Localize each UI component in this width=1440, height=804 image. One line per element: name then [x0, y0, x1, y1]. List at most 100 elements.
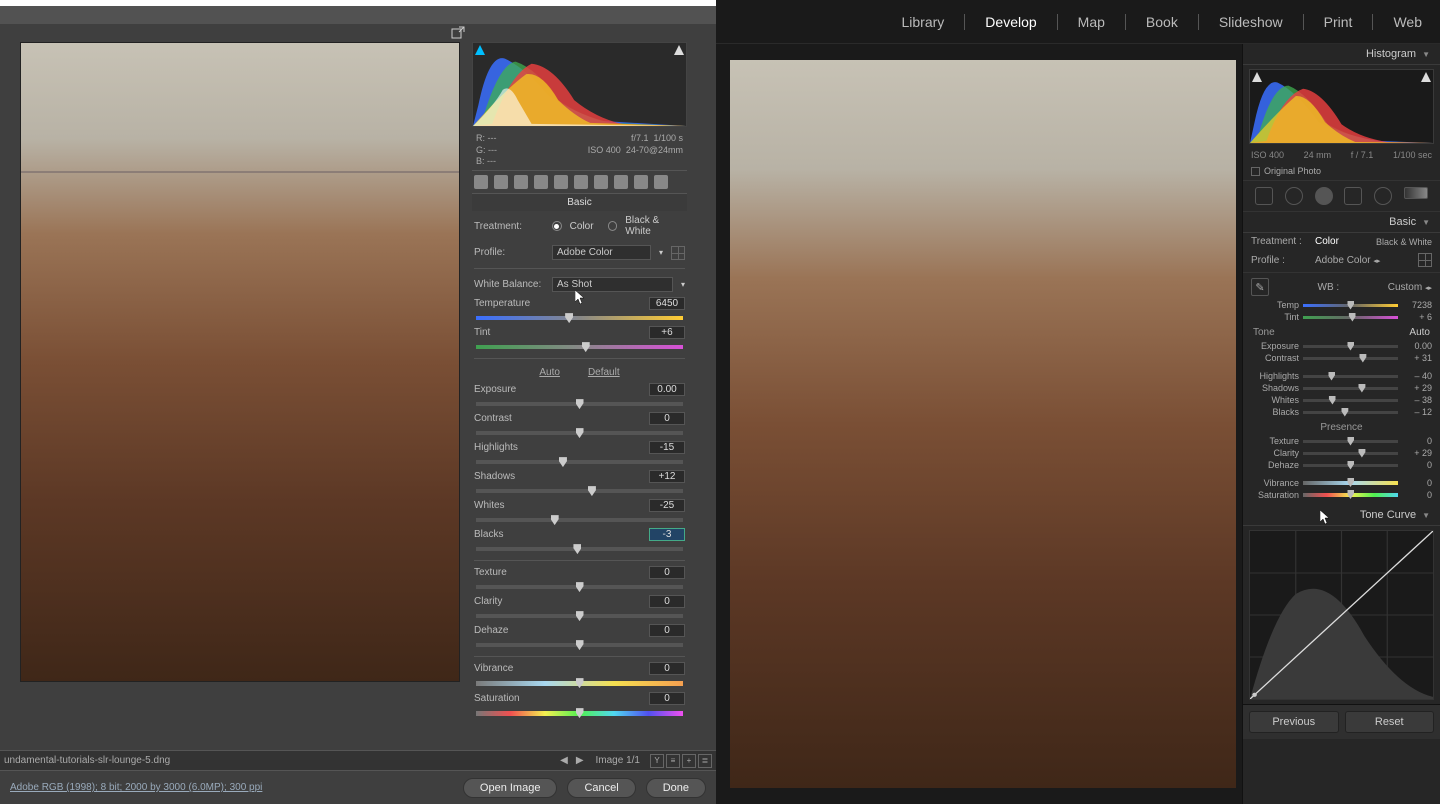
filmstrip-icon-1[interactable]: Y: [650, 754, 664, 768]
presets-tab-icon[interactable]: [634, 175, 648, 189]
calib-tab-icon[interactable]: [614, 175, 628, 189]
lr-whites-slider[interactable]: Whites – 38: [1243, 394, 1440, 406]
snapshots-tab-icon[interactable]: [654, 175, 668, 189]
prev-image-icon[interactable]: ◀: [556, 755, 572, 766]
reset-button[interactable]: Reset: [1345, 711, 1435, 733]
histogram-header[interactable]: Histogram: [1243, 44, 1440, 65]
lr-vibrance-slider[interactable]: Vibrance 0: [1243, 477, 1440, 489]
next-image-icon[interactable]: ▶: [572, 755, 588, 766]
module-tab-web[interactable]: Web: [1393, 14, 1422, 30]
acr-clarity-slider[interactable]: Clarity 0: [472, 594, 687, 623]
acr-dehaze-slider[interactable]: Dehaze 0: [472, 623, 687, 652]
wb-row: White Balance: As Shot ▾: [472, 273, 687, 296]
lr-treatment-bw[interactable]: Black & White: [1376, 237, 1432, 247]
acr-tool-row: [472, 170, 687, 194]
tone-curve-graph[interactable]: [1249, 530, 1434, 700]
lr-exposure-slider[interactable]: Exposure 0.00: [1243, 340, 1440, 352]
filmstrip-icon-2[interactable]: ≡: [666, 754, 680, 768]
module-tab-print[interactable]: Print: [1324, 14, 1353, 30]
lr-texture-slider[interactable]: Texture 0: [1243, 435, 1440, 447]
acr-panel-title: Basic: [472, 194, 687, 211]
default-button[interactable]: Default: [588, 367, 620, 378]
acr-saturation-slider[interactable]: Saturation 0: [472, 691, 687, 721]
lr-shadows-slider[interactable]: Shadows + 29: [1243, 382, 1440, 394]
done-button[interactable]: Done: [646, 778, 706, 798]
module-tab-develop[interactable]: Develop: [985, 14, 1036, 30]
treatment-row: Treatment: Color Black & White: [472, 211, 687, 241]
detail-tab-icon[interactable]: [514, 175, 528, 189]
hsl-tab-icon[interactable]: [534, 175, 548, 189]
lr-highlights-slider[interactable]: Highlights – 40: [1243, 370, 1440, 382]
tonecurve-header[interactable]: Tone Curve: [1243, 505, 1440, 526]
lr-contrast-slider[interactable]: Contrast + 31: [1243, 352, 1440, 364]
treatment-bw-radio[interactable]: [608, 221, 618, 231]
acr-blacks-slider[interactable]: Blacks -3: [472, 527, 687, 556]
lr-treatment-color[interactable]: Color: [1315, 236, 1339, 247]
lr-profile-dropdown[interactable]: Adobe Color ◂▸: [1315, 255, 1380, 266]
lr-histogram[interactable]: [1249, 69, 1434, 144]
lr-wb-dropdown[interactable]: Custom ◂▸: [1388, 282, 1432, 293]
module-tab-library[interactable]: Library: [902, 14, 945, 30]
lr-wb-row: ✎ WB : Custom ◂▸: [1243, 275, 1440, 299]
basic-header[interactable]: Basic: [1243, 212, 1440, 233]
acr-exposure-slider[interactable]: Exposure 0.00: [472, 382, 687, 411]
acr-contrast-slider[interactable]: Contrast 0: [472, 411, 687, 440]
acr-tint-slider[interactable]: Tint +6: [472, 325, 687, 354]
acr-shadows-slider[interactable]: Shadows +12: [472, 469, 687, 498]
lr-treatment-row: Treatment : Color Black & White: [1243, 233, 1440, 250]
lr-blacks-slider[interactable]: Blacks – 12: [1243, 406, 1440, 418]
previous-button[interactable]: Previous: [1249, 711, 1339, 733]
acr-highlights-slider[interactable]: Highlights -15: [472, 440, 687, 469]
redeye-tool-icon[interactable]: [1315, 187, 1333, 205]
filmstrip-icon-3[interactable]: +: [682, 754, 696, 768]
treatment-color-radio[interactable]: [552, 221, 562, 231]
profile-row: Profile: Adobe Color ▾: [472, 241, 687, 264]
wb-dropdown[interactable]: As Shot: [552, 277, 673, 292]
original-photo-row[interactable]: Original Photo: [1243, 162, 1440, 181]
acr-footer: Adobe RGB (1998); 8 bit; 2000 by 3000 (6…: [0, 770, 716, 804]
tone-auto-button[interactable]: Auto: [1409, 327, 1430, 338]
lr-tint-slider[interactable]: Tint + 6: [1243, 311, 1440, 323]
acr-right-panel: R: --- G: --- B: --- f/7.1 1/100 s ISO 4…: [472, 42, 687, 750]
cancel-button[interactable]: Cancel: [567, 778, 635, 798]
import-icon[interactable]: [451, 25, 465, 44]
lr-dehaze-slider[interactable]: Dehaze 0: [1243, 459, 1440, 471]
profile-dropdown[interactable]: Adobe Color: [552, 245, 651, 260]
curve-tab-icon[interactable]: [494, 175, 508, 189]
tone-section-label: Tone Auto: [1243, 323, 1440, 340]
acr-texture-slider[interactable]: Texture 0: [472, 565, 687, 594]
basic-tab-icon[interactable]: [474, 175, 488, 189]
eyedropper-icon[interactable]: ✎: [1251, 278, 1269, 296]
crop-tool-icon[interactable]: [1255, 187, 1273, 205]
split-tab-icon[interactable]: [554, 175, 568, 189]
grad-tool-icon[interactable]: [1344, 187, 1362, 205]
module-tab-map[interactable]: Map: [1078, 14, 1105, 30]
lr-right-panel: Histogram ISO 40024 mmf / 7.11/100 sec: [1242, 44, 1440, 804]
brush-tool-icon[interactable]: [1404, 187, 1428, 199]
acr-filename-bar: undamental-tutorials-slr-lounge-5.dng ◀ …: [0, 750, 716, 770]
window-menubar: [0, 6, 716, 24]
open-image-button[interactable]: Open Image: [463, 778, 558, 798]
filmstrip-icon-4[interactable]: ≣: [698, 754, 712, 768]
auto-button[interactable]: Auto: [539, 367, 560, 378]
acr-temperature-slider[interactable]: Temperature 6450: [472, 296, 687, 325]
lr-temp-slider[interactable]: Temp 7238: [1243, 299, 1440, 311]
fx-tab-icon[interactable]: [594, 175, 608, 189]
acr-histogram[interactable]: [472, 42, 687, 127]
checkbox-icon[interactable]: [1251, 167, 1260, 176]
lr-clarity-slider[interactable]: Clarity + 29: [1243, 447, 1440, 459]
module-tab-slideshow[interactable]: Slideshow: [1219, 14, 1283, 30]
acr-vibrance-slider[interactable]: Vibrance 0: [472, 661, 687, 691]
acr-whites-slider[interactable]: Whites -25: [472, 498, 687, 527]
workflow-link[interactable]: Adobe RGB (1998); 8 bit; 2000 by 3000 (6…: [10, 782, 262, 793]
spot-tool-icon[interactable]: [1285, 187, 1303, 205]
lr-profile-browser-icon[interactable]: [1418, 253, 1432, 267]
lightroom-window: Library Develop Map Book Slideshow Print Web H…: [716, 0, 1440, 804]
lr-saturation-slider[interactable]: Saturation 0: [1243, 489, 1440, 501]
radial-tool-icon[interactable]: [1374, 187, 1392, 205]
acr-readout: R: --- G: --- B: --- f/7.1 1/100 s ISO 4…: [472, 131, 687, 170]
lr-profile-row: Profile : Adobe Color ◂▸: [1243, 250, 1440, 270]
module-tab-book[interactable]: Book: [1146, 14, 1178, 30]
lens-tab-icon[interactable]: [574, 175, 588, 189]
profile-browser-icon[interactable]: [671, 246, 685, 260]
